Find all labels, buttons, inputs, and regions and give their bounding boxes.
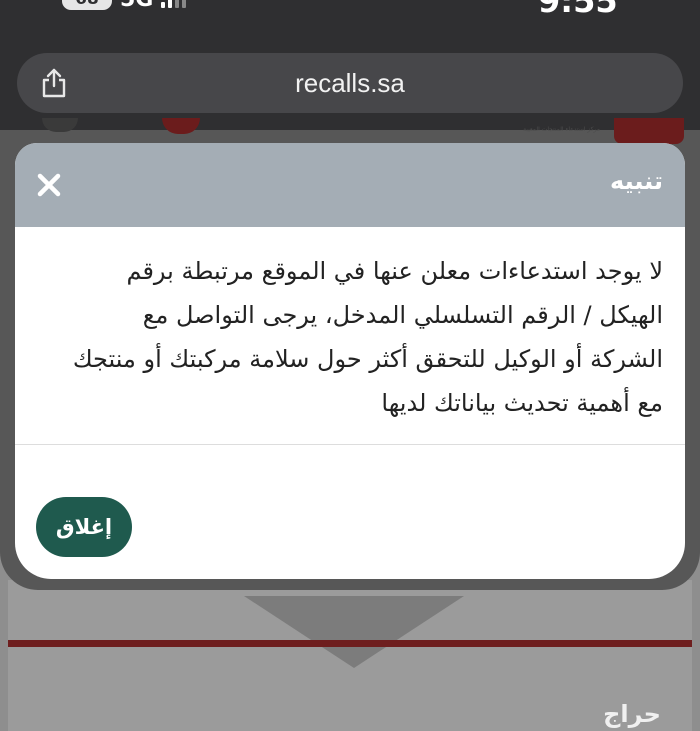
network-type: 5G: [120, 0, 153, 12]
message-line: لا يوجد استدعاءات معلن عنها في الموقع مر…: [126, 257, 663, 285]
battery-indicator: 68: [62, 0, 112, 10]
dialog-title: تنبيه: [610, 167, 663, 195]
message-line: الشركة أو الوكيل للتحقق أكثر حول سلامة م…: [72, 345, 663, 373]
status-bar: 68 5G 9:55: [0, 0, 700, 40]
address-bar[interactable]: recalls.sa: [17, 53, 683, 113]
background-logo-right: [614, 118, 684, 144]
clock: 9:55: [538, 0, 618, 20]
message-line: الهيكل / الرقم التسلسلي المدخل، يرجى الت…: [142, 301, 663, 329]
background-header-text: مركز استدعاء المنتجات المعيبة: [523, 126, 600, 133]
close-button[interactable]: إغلاق: [36, 497, 132, 557]
dialog-divider: [15, 444, 685, 445]
status-indicators: 68 5G: [62, 0, 187, 12]
browser-toolbar: recalls.sa: [0, 40, 700, 130]
background-divider: [8, 640, 692, 647]
alert-dialog: تنبيه لا يوجد استدعاءات معلن عنها في الم…: [15, 143, 685, 579]
dialog-header: تنبيه: [15, 143, 685, 227]
watermark: حراج: [603, 700, 661, 728]
dialog-message: لا يوجد استدعاءات معلن عنها في الموقع مر…: [49, 249, 663, 425]
close-icon[interactable]: [35, 171, 63, 199]
url-text[interactable]: recalls.sa: [17, 53, 683, 113]
signal-icon: [161, 0, 187, 8]
message-line: مع أهمية تحديث بياناتك لديها: [381, 389, 663, 417]
background-arrow: [244, 596, 464, 668]
